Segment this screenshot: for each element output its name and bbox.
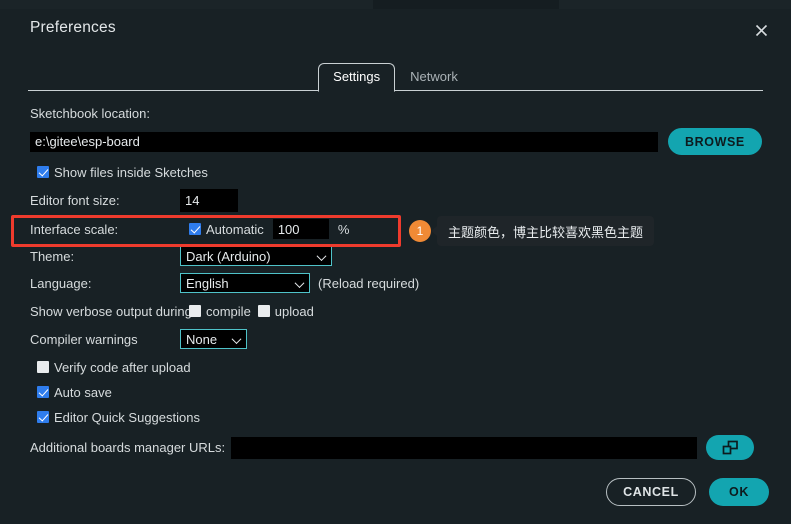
interface-scale-unit: % [337,221,350,237]
auto-save-label: Auto save [54,384,112,400]
close-button[interactable] [747,17,775,43]
tab-bar: Settings Network [0,62,791,92]
additional-urls-label: Additional boards manager URLs: [30,440,226,455]
language-select[interactable]: English [180,273,310,293]
row-sketchbook-label: Sketchbook location: [0,103,791,123]
row-show-files: Show files inside Sketches [0,162,791,182]
page-title: Preferences [30,19,116,36]
verbose-upload-label: upload [274,303,314,319]
language-reload-note: (Reload required) [318,275,420,291]
compiler-warnings-select-value: None [186,331,218,347]
chevron-down-icon [233,337,241,342]
row-compiler-warnings: Compiler warnings None [0,329,791,349]
row-additional-urls: Additional boards manager URLs: [0,435,791,460]
editor-quick-suggestions-label: Editor Quick Suggestions [54,409,200,425]
sketchbook-location-input[interactable] [30,131,658,152]
row-theme: Theme: Dark (Arduino) [0,246,791,266]
window-band-right [559,0,791,9]
additional-urls-edit-button[interactable] [706,435,755,460]
settings-form: Sketchbook location: BROWSE Show files i… [0,98,791,460]
compiler-warnings-label: Compiler warnings [30,331,138,347]
row-editor-font-size: Editor font size: [0,189,791,212]
chevron-down-icon [296,281,304,286]
close-icon [755,24,767,36]
row-verify-code: Verify code after upload [0,357,791,377]
theme-label: Theme: [30,248,75,264]
row-auto-save: Auto save [0,382,791,402]
editor-quick-suggestions-checkbox[interactable] [37,411,49,423]
annotation-badge-1: 1 [409,220,431,242]
language-label: Language: [30,275,92,291]
external-window-icon [722,440,738,455]
interface-scale-automatic-checkbox[interactable] [189,223,201,235]
editor-font-size-label: Editor font size: [30,193,120,208]
verify-code-label: Verify code after upload [54,359,191,375]
row-editor-quick-suggestions: Editor Quick Suggestions [0,407,791,427]
language-select-value: English [186,275,229,291]
verify-code-checkbox[interactable] [37,361,49,373]
ok-button[interactable]: OK [709,478,769,506]
show-files-inside-sketches-checkbox[interactable] [37,166,49,178]
browse-button[interactable]: BROWSE [668,128,762,155]
chevron-down-icon [318,254,326,259]
interface-scale-label: Interface scale: [30,221,119,237]
row-sketchbook-path: BROWSE [0,128,791,155]
verbose-compile-checkbox[interactable] [189,305,201,317]
tab-settings[interactable]: Settings [318,63,396,92]
editor-font-size-input[interactable] [180,189,238,212]
annotation-tooltip: 主题颜色，博主比较喜欢黑色主题 [430,216,655,246]
row-interface-scale: Interface scale: Automatic % [0,219,791,239]
verbose-output-label: Show verbose output during [30,303,192,319]
theme-select[interactable]: Dark (Arduino) [180,246,332,266]
row-verbose-output: Show verbose output during compile uploa… [0,301,791,321]
auto-save-checkbox[interactable] [37,386,49,398]
tab-network[interactable]: Network [395,63,473,91]
window-band-left [0,0,373,9]
theme-select-value: Dark (Arduino) [186,248,271,264]
dialog-footer: CANCEL OK [606,478,769,506]
interface-scale-input[interactable] [272,219,329,239]
cancel-button[interactable]: CANCEL [606,478,696,506]
row-language: Language: English (Reload required) [0,273,791,293]
compiler-warnings-select[interactable]: None [180,329,247,349]
additional-urls-input[interactable] [231,436,698,459]
window-band-mid [373,0,559,9]
sketchbook-location-label: Sketchbook location: [30,105,150,121]
verbose-upload-checkbox[interactable] [257,305,270,317]
interface-scale-automatic-label: Automatic [206,221,264,237]
show-files-inside-sketches-label: Show files inside Sketches [54,164,208,180]
verbose-compile-label: compile [206,303,251,319]
preferences-dialog: Preferences Settings Network Sketchbook … [0,0,791,524]
